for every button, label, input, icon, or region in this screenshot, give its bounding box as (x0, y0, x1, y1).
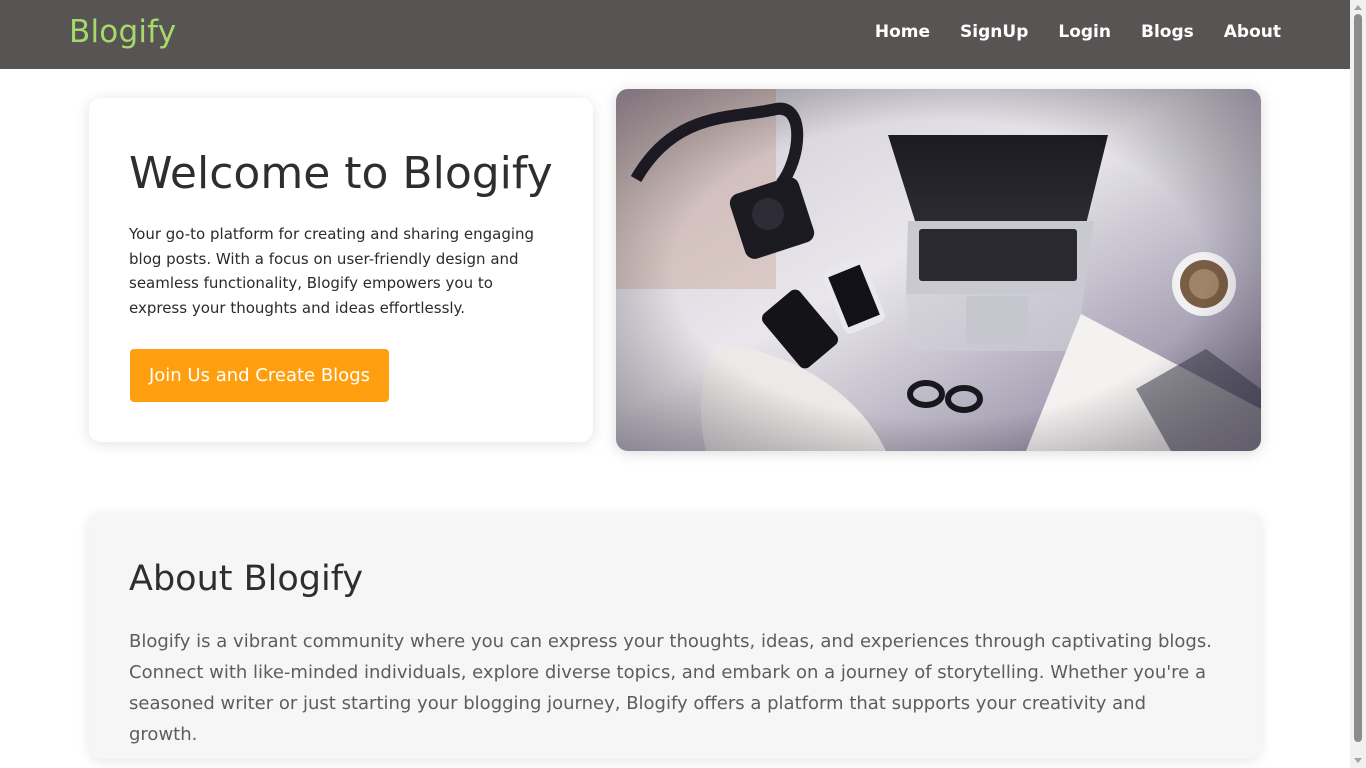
navbar: Blogify Home SignUp Login Blogs About (0, 0, 1350, 69)
nav-link-blogs[interactable]: Blogs (1141, 22, 1194, 42)
scroll-down-arrow-icon[interactable] (1354, 758, 1362, 763)
hero-card: Welcome to Blogify Your go-to platform f… (89, 98, 593, 442)
hero-image (616, 89, 1261, 451)
hero-title: Welcome to Blogify (129, 148, 553, 199)
brand-logo[interactable]: Blogify (69, 14, 176, 50)
nav-link-login[interactable]: Login (1058, 22, 1111, 42)
about-section: About Blogify Blogify is a vibrant commu… (89, 513, 1261, 759)
nav-links: Home SignUp Login Blogs About (875, 22, 1281, 42)
join-us-button[interactable]: Join Us and Create Blogs (130, 349, 389, 402)
hero-description: Your go-to platform for creating and sha… (129, 225, 535, 317)
about-title: About Blogify (129, 559, 364, 599)
scroll-up-arrow-icon[interactable] (1354, 5, 1362, 10)
nav-link-signup[interactable]: SignUp (960, 22, 1028, 42)
nav-link-about[interactable]: About (1224, 22, 1281, 42)
scrollbar[interactable] (1350, 0, 1366, 768)
nav-link-home[interactable]: Home (875, 22, 930, 42)
about-text: Blogify is a vibrant community where you… (129, 631, 1212, 745)
page: Blogify Home SignUp Login Blogs About We… (0, 0, 1366, 768)
scroll-thumb[interactable] (1354, 14, 1362, 742)
